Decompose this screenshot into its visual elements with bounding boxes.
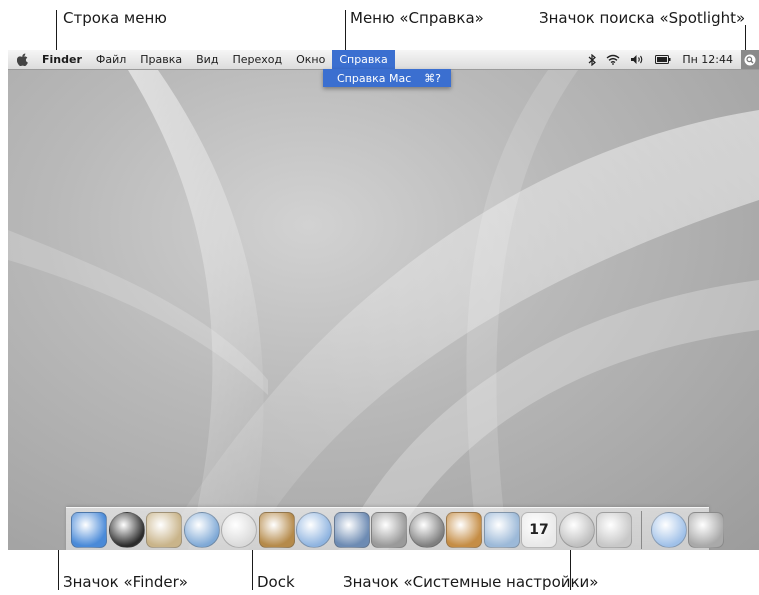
dock-separator [641, 511, 642, 549]
dock-iphoto-icon[interactable] [333, 512, 370, 548]
volume-icon[interactable] [625, 50, 650, 69]
dock-finder-icon[interactable] [71, 512, 107, 548]
menu-file[interactable]: Файл [89, 50, 133, 69]
dock-preview-icon[interactable] [483, 512, 520, 548]
menu-window[interactable]: Окно [289, 50, 332, 69]
dock-downloads-icon[interactable] [651, 512, 687, 548]
leader-spotlight [745, 25, 746, 52]
dock: 17 [66, 507, 724, 550]
leader-menubar [56, 10, 57, 52]
dock-dashboard-icon[interactable] [108, 512, 145, 548]
ical-day-label: 17 [529, 522, 549, 538]
menu-help[interactable]: Справка [332, 50, 395, 69]
callout-dock: Dock [257, 573, 295, 591]
dock-address-book-icon[interactable] [258, 512, 295, 548]
wifi-icon[interactable] [601, 50, 625, 69]
menubar-status-area: Пн 12:44 [583, 50, 759, 69]
mac-help-item[interactable]: Справка Mac [337, 72, 411, 85]
dock-itunes-icon[interactable] [296, 512, 332, 548]
battery-icon[interactable] [650, 50, 676, 69]
dock-trash-icon[interactable] [688, 512, 724, 548]
dock-mail-icon[interactable] [146, 512, 182, 548]
menu-edit[interactable]: Правка [133, 50, 189, 69]
menubar-clock[interactable]: Пн 12:44 [676, 50, 741, 69]
dock-idvd-icon[interactable] [408, 512, 445, 548]
menu-view[interactable]: Вид [189, 50, 225, 69]
callout-menubar: Строка меню [63, 9, 167, 27]
menu-finder[interactable]: Finder [35, 50, 89, 69]
menu-bar: Finder Файл Правка Вид Переход Окно Спра… [8, 50, 759, 70]
menu-go[interactable]: Переход [225, 50, 289, 69]
dock-ical-icon[interactable]: 17 [521, 512, 557, 548]
aqua-wallpaper [8, 70, 759, 550]
dock-system-preferences-icon[interactable] [596, 512, 632, 548]
spotlight-icon[interactable] [741, 50, 759, 69]
dock-imovie-icon[interactable] [371, 512, 407, 548]
help-menu-dropdown[interactable]: Справка Mac ⌘? [323, 69, 451, 87]
dock-garageband-icon[interactable] [446, 512, 482, 548]
callout-spotlight: Значок поиска «Spotlight» [539, 9, 746, 27]
leader-finder-icon [58, 550, 59, 590]
bluetooth-icon[interactable] [583, 50, 601, 69]
callout-help-menu: Меню «Справка» [350, 9, 484, 27]
callout-finder-icon: Значок «Finder» [63, 573, 188, 591]
apple-icon [17, 53, 28, 66]
apple-menu[interactable] [8, 50, 35, 69]
mac-help-shortcut: ⌘? [424, 71, 441, 85]
callout-system-prefs: Значок «Системные настройки» [343, 573, 599, 591]
dock-ichat-icon[interactable] [221, 512, 257, 548]
leader-help-menu [345, 10, 346, 52]
leader-dock [252, 550, 253, 590]
desktop-screen: Finder Файл Правка Вид Переход Окно Спра… [8, 50, 759, 550]
dock-safari-icon[interactable] [183, 512, 220, 548]
dock-time-machine-icon[interactable] [558, 512, 595, 548]
